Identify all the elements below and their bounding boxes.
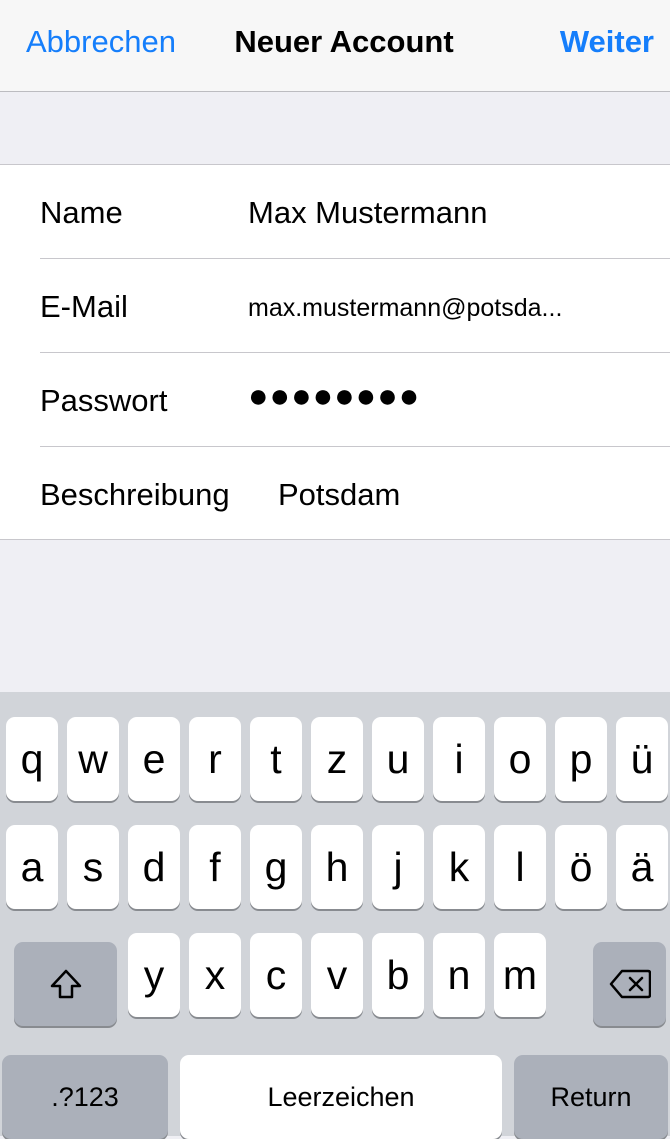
description-row[interactable]: Beschreibung Potsdam [0,447,670,541]
key-f[interactable]: f [189,825,241,909]
numbers-key[interactable]: .?123 [2,1055,168,1139]
key-s[interactable]: s [67,825,119,909]
space-key[interactable]: Leerzeichen [180,1055,502,1139]
key-i[interactable]: i [433,717,485,801]
email-row[interactable]: E-Mail max.mustermann@potsda... [0,259,670,353]
account-form: Name Max Mustermann E-Mail max.musterman… [0,164,670,540]
key-p[interactable]: p [555,717,607,801]
name-label: Name [40,195,123,230]
key-n[interactable]: n [433,933,485,1017]
key-c[interactable]: c [250,933,302,1017]
key-t[interactable]: t [250,717,302,801]
key-h[interactable]: h [311,825,363,909]
cancel-button[interactable]: Abbrechen [26,24,176,60]
backspace-icon [609,969,651,999]
key-v[interactable]: v [311,933,363,1017]
key-u[interactable]: u [372,717,424,801]
key-o-umlaut[interactable]: ö [555,825,607,909]
name-field[interactable]: Max Mustermann [248,195,487,231]
key-o[interactable]: o [494,717,546,801]
description-field[interactable]: Potsdam [278,477,400,513]
email-label: E-Mail [40,289,128,324]
key-g[interactable]: g [250,825,302,909]
key-y[interactable]: y [128,933,180,1017]
navigation-bar: Abbrechen Neuer Account Weiter [0,0,670,92]
return-key[interactable]: Return [514,1055,668,1139]
key-a-umlaut[interactable]: ä [616,825,668,909]
next-button[interactable]: Weiter [560,24,654,60]
backspace-key[interactable] [593,942,666,1026]
key-m[interactable]: m [494,933,546,1017]
name-row[interactable]: Name Max Mustermann [0,165,670,259]
key-x[interactable]: x [189,933,241,1017]
key-j[interactable]: j [372,825,424,909]
key-q[interactable]: q [6,717,58,801]
password-label: Passwort [40,383,168,418]
key-z[interactable]: z [311,717,363,801]
shift-key[interactable] [14,942,117,1026]
password-row[interactable]: Passwort ●●●●●●●● [0,353,670,447]
key-w[interactable]: w [67,717,119,801]
password-field[interactable]: ●●●●●●●● [248,377,420,416]
email-field[interactable]: max.mustermann@potsda... [248,294,562,323]
key-r[interactable]: r [189,717,241,801]
key-u-umlaut[interactable]: ü [616,717,668,801]
shift-icon [49,968,83,1000]
keyboard: q w e r t z u i o p ü a s d f g h j k l … [0,692,670,1139]
key-b[interactable]: b [372,933,424,1017]
key-l[interactable]: l [494,825,546,909]
key-a[interactable]: a [6,825,58,909]
key-d[interactable]: d [128,825,180,909]
key-e[interactable]: e [128,717,180,801]
key-k[interactable]: k [433,825,485,909]
description-label: Beschreibung [40,477,230,512]
